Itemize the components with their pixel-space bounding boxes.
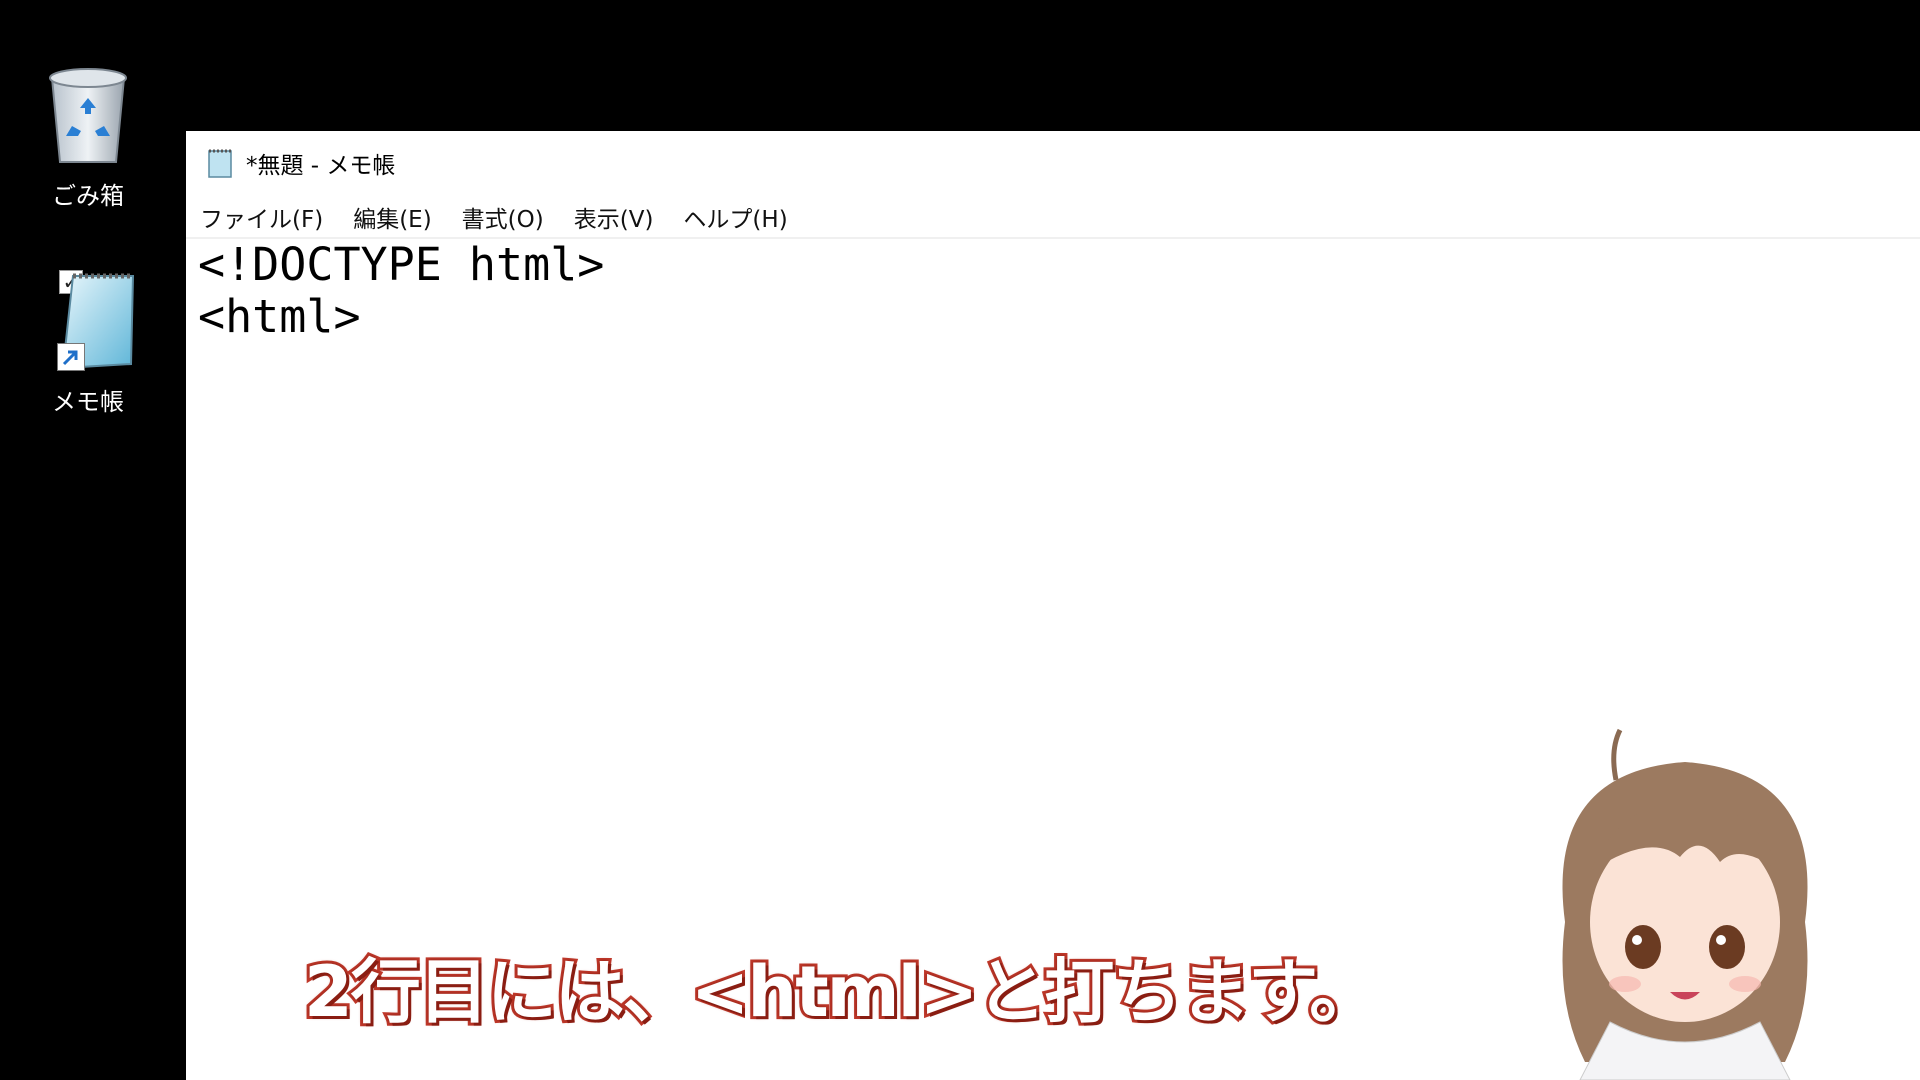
title-bar[interactable]: *無題 - メモ帳 (186, 131, 1920, 195)
editor-line-1: <!DOCTYPE html> (198, 238, 605, 291)
subtitle-caption: 2行目には、<html>と打ちます。 (301, 948, 1382, 1036)
shortcut-arrow-icon (57, 343, 85, 371)
desktop-icon-label: ごみ箱 (52, 182, 124, 210)
menu-view[interactable]: 表示(V) (572, 198, 656, 236)
menu-edit[interactable]: 編集(E) (351, 198, 433, 236)
menu-bar: ファイル(F) 編集(E) 書式(O) 表示(V) ヘルプ(H) (186, 197, 1920, 239)
menu-file[interactable]: ファイル(F) (198, 198, 325, 236)
desktop-icon-recycle-bin[interactable]: ごみ箱 (13, 58, 163, 211)
menu-format[interactable]: 書式(O) (460, 198, 546, 236)
notepad-shortcut-icon: ✓ (33, 268, 143, 378)
desktop-icon-label: メモ帳 (52, 388, 124, 416)
window-title: *無題 - メモ帳 (246, 153, 396, 179)
desktop-icon-notepad[interactable]: ✓ メモ帳 (13, 268, 163, 417)
menu-help[interactable]: ヘルプ(H) (681, 198, 789, 236)
vtuber-avatar (1562, 728, 1808, 1080)
notepad-icon (208, 149, 232, 178)
recycle-bin-icon (49, 68, 127, 163)
editor-line-2: <html> (198, 290, 361, 343)
notepad-page-icon (61, 273, 135, 370)
